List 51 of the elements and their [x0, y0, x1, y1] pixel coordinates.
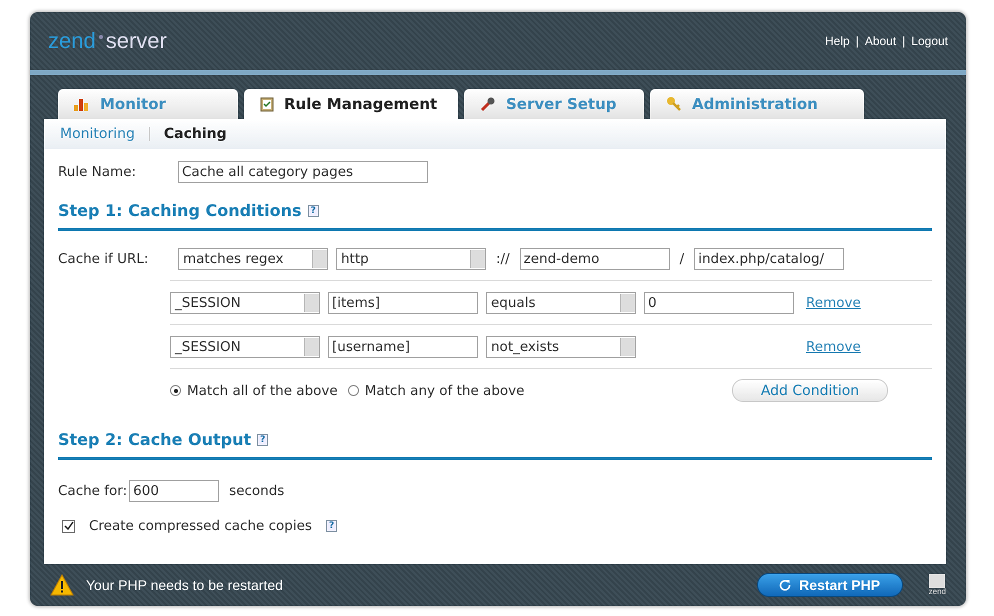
header-link[interactable]: About — [864, 34, 896, 48]
match-select[interactable]: matches regex — [178, 248, 328, 270]
logo: zend server — [48, 28, 167, 54]
subtab[interactable]: Monitoring — [60, 126, 135, 142]
clipboard-icon — [260, 96, 274, 112]
radio-button[interactable] — [348, 385, 359, 396]
seconds-label: seconds — [228, 483, 286, 499]
cache-url-label: Cache if URL: — [58, 250, 150, 266]
logo: zend — [928, 574, 946, 596]
source-select[interactable]: _SESSION — [170, 292, 320, 314]
radio-label: Match any of the above — [364, 382, 524, 398]
separator: | — [902, 34, 906, 48]
path-field[interactable]: index.php/catalog/ — [694, 248, 844, 270]
tab[interactable]: Rule Management — [244, 89, 458, 119]
remove-link[interactable]: Remove — [806, 338, 861, 354]
source-select[interactable]: _SESSION — [170, 336, 320, 358]
section-heading: Step 1: Caching Conditions — [58, 201, 302, 220]
radio-label: Match all of the above — [187, 382, 338, 398]
key-field[interactable]: [items] — [328, 292, 478, 314]
value-field[interactable]: 0 — [644, 292, 794, 314]
section-heading: Step 2: Cache Output — [58, 430, 252, 449]
remove-link[interactable]: Remove — [806, 294, 861, 310]
rule-name-label: Rule Name: — [58, 164, 138, 180]
bar-chart-icon — [74, 97, 90, 111]
restart-message: Your PHP needs to be restarted — [86, 577, 284, 593]
checkbox-label: Create compressed cache copies — [88, 518, 313, 534]
key-icon — [666, 96, 682, 112]
checkbox[interactable] — [62, 520, 75, 532]
warning-icon — [50, 574, 74, 596]
path-separator: / — [678, 250, 686, 266]
scheme-separator: :// — [495, 250, 511, 266]
scheme-select[interactable]: http — [336, 248, 486, 270]
host-field[interactable]: zend-demo — [520, 248, 670, 270]
operator-select[interactable]: equals — [486, 292, 636, 314]
header-link[interactable]: Logout — [911, 34, 948, 48]
header-link[interactable]: Help — [825, 34, 850, 48]
cache-for-label: Cache for: — [58, 483, 128, 499]
wrench-icon — [480, 96, 496, 112]
separator: | — [856, 34, 859, 48]
refresh-icon — [779, 579, 792, 591]
help-icon[interactable]: ? — [326, 520, 338, 532]
subtab[interactable]: Caching — [164, 126, 227, 142]
cache-time-field[interactable]: 600 — [129, 480, 220, 502]
operator-select[interactable]: not_exists — [486, 336, 636, 358]
key-field[interactable]: [username] — [328, 336, 478, 358]
add-condition-button[interactable]: Add Condition — [732, 379, 888, 402]
rule-name-field[interactable]: Cache all category pages — [178, 161, 428, 183]
radio-button[interactable] — [170, 385, 181, 396]
help-icon[interactable]: ? — [308, 204, 319, 216]
help-icon[interactable]: ? — [257, 434, 268, 446]
restart-button[interactable]: Restart PHP — [756, 573, 903, 597]
